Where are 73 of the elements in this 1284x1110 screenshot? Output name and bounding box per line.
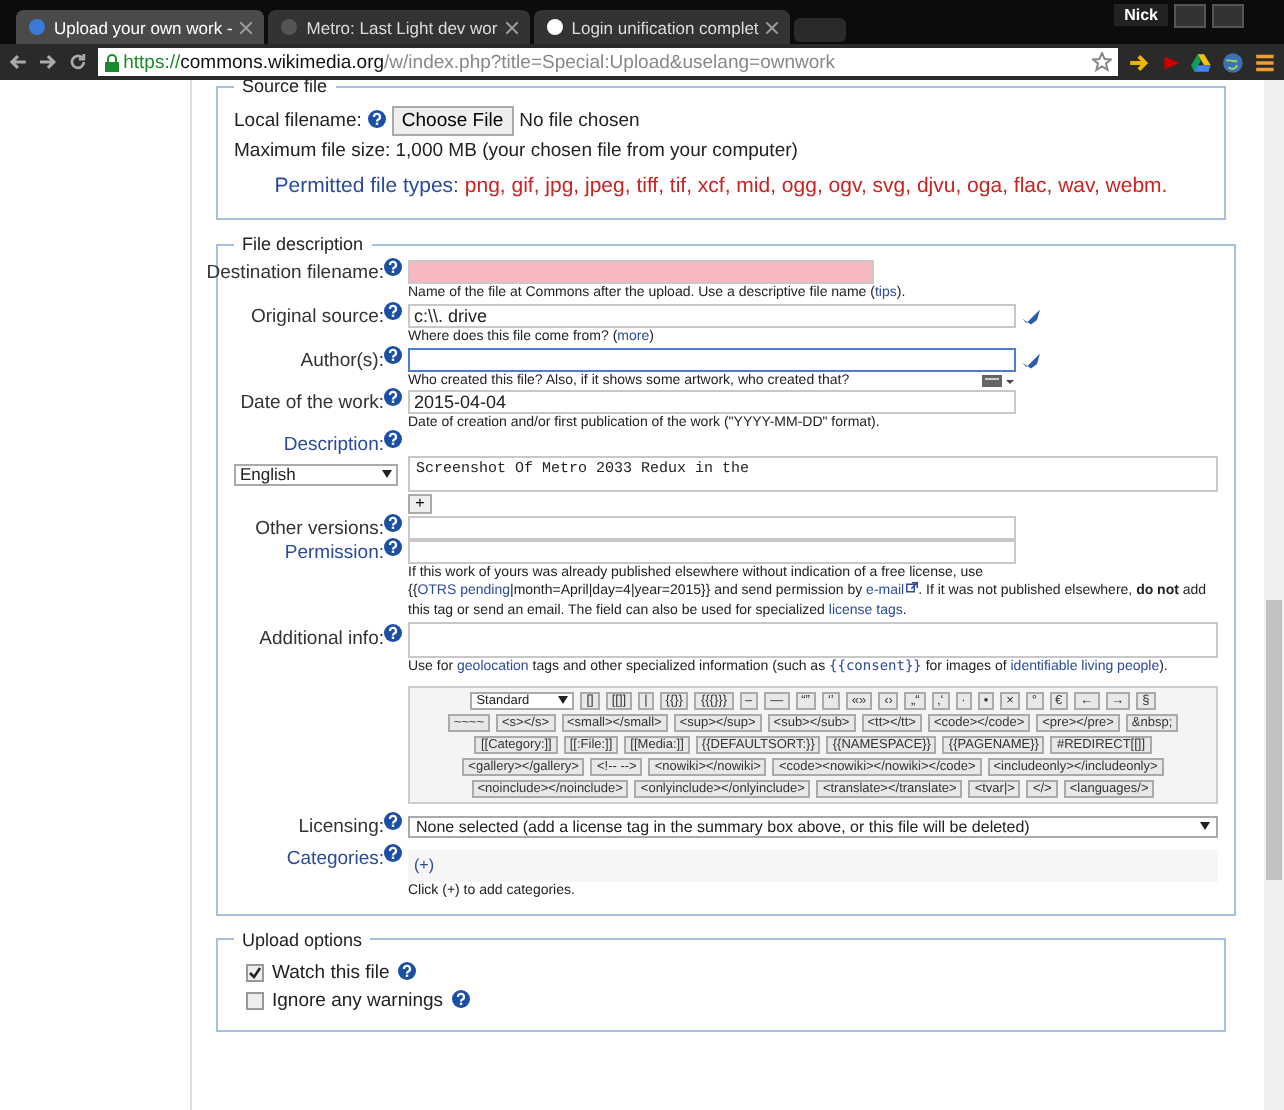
- choose-file-button[interactable]: Choose File: [391, 106, 514, 136]
- max-size-text: Maximum file size: 1,000 MB (your chosen file from your computer): [234, 140, 800, 162]
- text-field[interactable]: [408, 260, 874, 284]
- field-label: Author(s):: [300, 349, 384, 372]
- close-icon[interactable]: [240, 21, 253, 33]
- help-icon[interactable]: [384, 257, 402, 275]
- arrow-icon[interactable]: [1127, 51, 1149, 73]
- help-icon[interactable]: [384, 301, 402, 320]
- text-field[interactable]: c:\\. drive: [408, 304, 1016, 329]
- add-category-link[interactable]: (+): [414, 856, 434, 875]
- section-legend: File description: [234, 234, 372, 254]
- favicon-icon: [280, 18, 299, 36]
- text-field[interactable]: [408, 516, 1016, 541]
- help-icon[interactable]: [384, 387, 402, 406]
- close-icon[interactable]: [766, 21, 779, 33]
- help-icon[interactable]: [367, 110, 386, 128]
- reload-icon[interactable]: [67, 52, 88, 72]
- lock-icon: [103, 53, 120, 71]
- profile-name[interactable]: Nick: [1114, 4, 1168, 26]
- field-label: Destination filename:: [206, 261, 384, 283]
- license-select[interactable]: None selected (add a license tag in the summary box above, or this file will be deleted): [408, 815, 1218, 838]
- menu-icon[interactable]: [1254, 51, 1276, 73]
- field-label: Original source:: [250, 305, 384, 328]
- star-icon[interactable]: [1091, 52, 1112, 72]
- field-label[interactable]: Categories:: [286, 848, 384, 871]
- help-icon[interactable]: [384, 513, 402, 532]
- favicon-icon: [545, 18, 564, 36]
- field-label[interactable]: Permission:: [284, 541, 384, 564]
- checkbox-label: Watch this file: [272, 961, 390, 984]
- text-field[interactable]: [408, 540, 1016, 565]
- back-icon[interactable]: [8, 52, 28, 72]
- checkbox[interactable]: [246, 991, 264, 1010]
- help-icon[interactable]: [384, 844, 402, 863]
- browser-tab[interactable]: Upload your own work -: [16, 10, 265, 44]
- file-status: No file chosen: [519, 110, 640, 132]
- section-legend: Source file: [234, 76, 336, 96]
- field-label: Date of the work:: [240, 391, 384, 414]
- help-icon[interactable]: [397, 961, 416, 980]
- checkbox-label: Ignore any warnings: [272, 989, 444, 1012]
- checkbox[interactable]: [246, 963, 264, 982]
- favicon-icon: [28, 18, 46, 36]
- play-icon[interactable]: [1159, 51, 1181, 73]
- close-icon[interactable]: [505, 21, 518, 33]
- file-types-text: png, gif, jpg, jpeg, tiff, tif, xcf, mid, ogg, ogv, svg, djvu, oga, flac, wav, webm.: [464, 174, 1168, 198]
- external-link-icon: [906, 582, 919, 595]
- dropdown-arrow-icon[interactable]: [382, 470, 392, 479]
- field-label: Local filename:: [234, 110, 362, 132]
- help-icon[interactable]: [384, 537, 402, 556]
- help-icon[interactable]: [384, 345, 402, 364]
- scrollbar[interactable]: [1264, 80, 1284, 1110]
- language-select[interactable]: English: [234, 463, 398, 486]
- field-label: Other versions:: [255, 517, 384, 540]
- help-icon[interactable]: [384, 624, 402, 643]
- drive-icon[interactable]: [1190, 51, 1213, 73]
- section-legend: Upload options: [234, 929, 371, 950]
- field-label: Licensing:: [298, 815, 384, 838]
- dropdown-arrow-icon[interactable]: [558, 696, 569, 705]
- browser-tab[interactable]: Login unification complet: [533, 10, 791, 44]
- permitted-label: Permitted file types:: [274, 174, 459, 198]
- field-label: Additional info:: [259, 628, 384, 651]
- dropdown-arrow-icon[interactable]: [1200, 822, 1210, 831]
- field-label[interactable]: Description:: [283, 434, 384, 457]
- keyboard-icon[interactable]: [980, 372, 1016, 391]
- add-button[interactable]: +: [408, 494, 432, 515]
- help-icon[interactable]: [451, 989, 470, 1008]
- address-bar[interactable]: https://commons.wikimedia.org/w/index.php?title=Special:Upload&uselang=ownwork: [97, 48, 1118, 76]
- globe-icon[interactable]: [1222, 51, 1245, 73]
- help-icon[interactable]: [384, 811, 402, 830]
- text-field[interactable]: 2015-04-04: [408, 390, 1016, 415]
- forward-icon[interactable]: [37, 52, 58, 72]
- browser-tab[interactable]: Metro: Last Light dev wor: [268, 10, 530, 44]
- help-icon[interactable]: [384, 430, 402, 449]
- text-field[interactable]: [408, 348, 1016, 373]
